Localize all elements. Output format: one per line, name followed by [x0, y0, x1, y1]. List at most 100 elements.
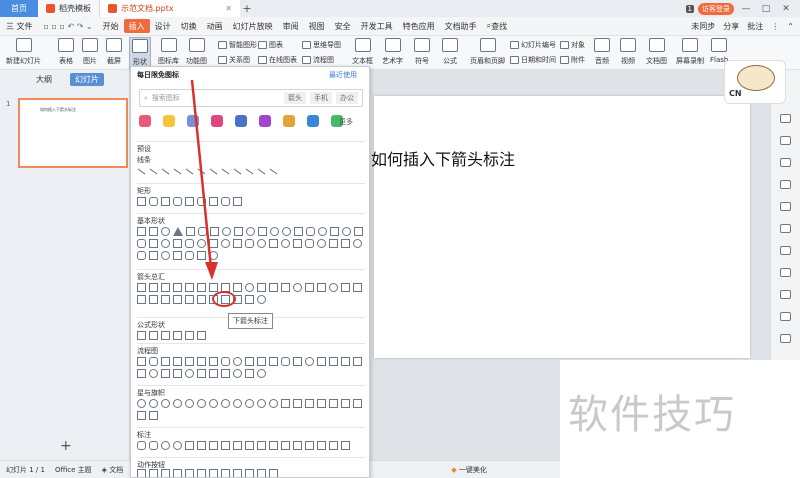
menu-assistant[interactable]: 文档助手 — [440, 17, 482, 36]
action-button-shape[interactable] — [185, 469, 194, 477]
basic-shape[interactable] — [270, 227, 279, 236]
file-menu[interactable]: 三 文件 — [0, 17, 39, 36]
callout-shape[interactable] — [221, 441, 230, 450]
callout-shape[interactable] — [209, 441, 218, 450]
menu-animation[interactable]: 动画 — [202, 17, 228, 36]
banner-shape[interactable] — [317, 399, 326, 408]
banner-shape[interactable] — [329, 399, 338, 408]
object-button[interactable]: 对象 — [560, 40, 585, 50]
star-shape[interactable] — [233, 399, 242, 408]
rect-shape[interactable] — [161, 197, 170, 206]
flowchart-shape[interactable] — [269, 357, 278, 366]
star-shape[interactable] — [149, 399, 158, 408]
star-shape[interactable] — [209, 399, 218, 408]
menu-transition[interactable]: 切换 — [176, 17, 202, 36]
flowchart-shape[interactable] — [197, 357, 206, 366]
rect-shape[interactable] — [173, 197, 182, 206]
line-shape[interactable] — [245, 168, 254, 175]
banner-shape[interactable] — [149, 411, 158, 420]
date-time-button[interactable]: 日期和时间 — [510, 55, 556, 65]
basic-shape[interactable] — [149, 227, 158, 236]
callout-shape[interactable] — [149, 441, 158, 450]
menu-review[interactable]: 审阅 — [278, 17, 304, 36]
tab-docer-templates[interactable]: 稻壳模板 — [38, 0, 100, 17]
rect-shape[interactable] — [149, 197, 158, 206]
basic-shape[interactable] — [149, 239, 158, 248]
arrow-shape[interactable] — [341, 283, 350, 292]
tab-home[interactable]: 首页 — [0, 0, 38, 17]
action-button-shape[interactable] — [137, 469, 146, 477]
action-button-shape[interactable] — [173, 469, 182, 477]
maximize-icon[interactable]: □ — [758, 4, 774, 14]
table-tools-icon[interactable] — [780, 246, 791, 255]
flowchart-shape[interactable] — [317, 357, 326, 366]
basic-shape[interactable] — [318, 227, 327, 236]
shapes-button[interactable]: 形状 — [129, 37, 151, 69]
basic-shape[interactable] — [173, 239, 182, 248]
close-tab-icon[interactable]: ✕ — [225, 4, 232, 13]
new-tab-button[interactable]: + — [240, 2, 254, 15]
banner-shape[interactable] — [293, 399, 302, 408]
menu-design[interactable]: 设计 — [150, 17, 176, 36]
icon-search-input[interactable]: ⌕ 搜索图标 箭头 手机 办公 — [139, 89, 363, 107]
more-icon[interactable]: ⋮ — [771, 22, 779, 31]
plus-shape[interactable] — [137, 331, 146, 340]
basic-shape[interactable] — [161, 227, 170, 236]
design-icon[interactable] — [780, 136, 791, 145]
minimize-icon[interactable]: — — [738, 4, 754, 14]
basic-shape[interactable] — [342, 227, 351, 236]
menu-view[interactable]: 视图 — [304, 17, 330, 36]
basic-shape[interactable] — [317, 239, 326, 248]
slide-title[interactable]: 如何插入下箭头标注 — [371, 146, 515, 170]
basic-shape[interactable] — [209, 251, 218, 260]
torch-icon[interactable] — [283, 115, 295, 127]
icon-library-button[interactable]: 图标库 — [158, 38, 179, 66]
flowchart-shape[interactable] — [233, 357, 242, 366]
backup-icon[interactable] — [780, 290, 791, 299]
arrow-shape[interactable] — [317, 283, 326, 292]
arrow-shape[interactable] — [137, 283, 146, 292]
basic-shape[interactable] — [353, 239, 362, 248]
star-shape[interactable] — [173, 399, 182, 408]
callout-shape[interactable] — [317, 441, 326, 450]
screen-record-button[interactable]: 屏幕录制 — [676, 38, 704, 66]
card-icon[interactable] — [235, 115, 247, 127]
callout-shape[interactable] — [329, 441, 338, 450]
close-window-icon[interactable]: ✕ — [778, 4, 794, 14]
callout-shape[interactable] — [245, 441, 254, 450]
basic-shape[interactable] — [329, 239, 338, 248]
flowchart-shape[interactable] — [209, 369, 218, 378]
arrow-shape[interactable] — [281, 283, 290, 292]
line-shape[interactable] — [137, 168, 146, 175]
line-shape[interactable] — [161, 168, 170, 175]
callout-shape[interactable] — [341, 441, 350, 450]
line-shape[interactable] — [149, 168, 158, 175]
flowchart-shape[interactable] — [221, 357, 230, 366]
action-button-shape[interactable] — [149, 469, 158, 477]
custom-animation-icon[interactable] — [780, 180, 791, 189]
action-button-shape[interactable] — [209, 469, 218, 477]
callout-shape[interactable] — [293, 441, 302, 450]
arrow-shape[interactable] — [293, 283, 302, 292]
star-shape[interactable] — [257, 399, 266, 408]
flowchart-shape[interactable] — [221, 369, 230, 378]
callout-shape[interactable] — [281, 441, 290, 450]
bulb-icon[interactable] — [163, 115, 175, 127]
attachment-button[interactable]: 附件 — [560, 55, 585, 65]
line-shape[interactable] — [173, 168, 182, 175]
basic-shape[interactable] — [306, 227, 315, 236]
phone-icon[interactable] — [307, 115, 319, 127]
rect-shape[interactable] — [209, 197, 218, 206]
basic-shape[interactable] — [210, 227, 219, 236]
flowchart-shape[interactable] — [233, 369, 242, 378]
screenshot-button[interactable]: 截屏 — [106, 38, 122, 66]
basic-shape[interactable] — [197, 251, 206, 260]
callout-shape[interactable] — [269, 441, 278, 450]
line-shape[interactable] — [221, 168, 230, 175]
arrow-shape[interactable] — [305, 283, 314, 292]
flowchart-shape[interactable] — [281, 357, 290, 366]
banner-shape[interactable] — [281, 399, 290, 408]
equal-shape[interactable] — [185, 331, 194, 340]
star-shape[interactable] — [137, 399, 146, 408]
format-icon[interactable] — [780, 202, 791, 211]
